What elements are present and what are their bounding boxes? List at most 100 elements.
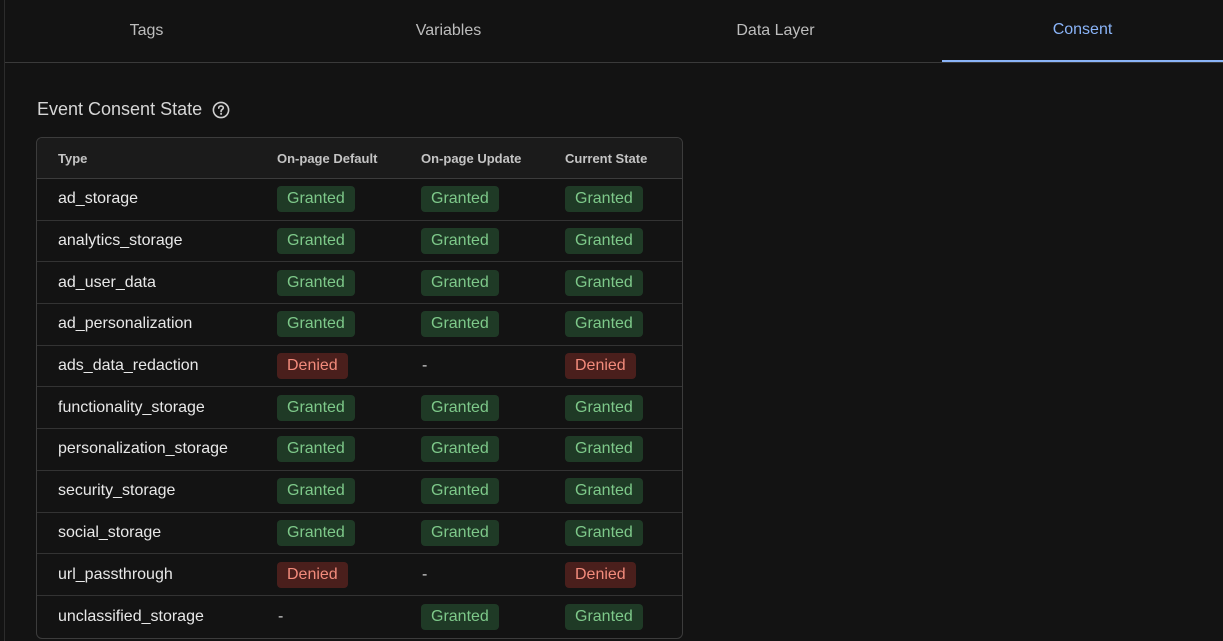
table-row: ad_storage Granted Granted Granted [37, 179, 682, 221]
table-row: personalization_storage Granted Granted Gra… [37, 429, 682, 471]
tab-tags[interactable]: Tags [5, 0, 288, 62]
granted-badge: Granted [277, 519, 355, 546]
update-state-cell: Granted [421, 311, 565, 338]
default-state-cell: Granted [277, 436, 421, 463]
granted-badge: Granted [565, 186, 643, 213]
tab-consent[interactable]: Consent [942, 0, 1223, 62]
granted-badge: Granted [277, 269, 355, 296]
granted-badge: Granted [421, 436, 499, 463]
update-state-cell: Granted [421, 519, 565, 546]
current-state-cell: Denied [565, 353, 682, 380]
table-row: url_passthrough Denied - Denied [37, 554, 682, 596]
granted-badge: Granted [277, 436, 355, 463]
default-state-cell: Granted [277, 269, 421, 296]
granted-badge: Granted [277, 478, 355, 505]
denied-badge: Denied [277, 353, 348, 380]
update-state-cell: Granted [421, 228, 565, 255]
consent-type: ad_personalization [58, 315, 193, 333]
consent-type: url_passthrough [58, 565, 173, 583]
granted-badge: Granted [565, 269, 643, 296]
current-state-cell: Granted [565, 478, 682, 505]
default-state-cell: Denied [277, 353, 421, 380]
empty-value: - [422, 357, 428, 375]
default-state-cell: Denied [277, 561, 421, 588]
tab-data-layer[interactable]: Data Layer [609, 0, 942, 62]
granted-badge: Granted [565, 394, 643, 421]
granted-badge: Granted [565, 228, 643, 255]
consent-table: Type On-page Default On-page Update Curr… [36, 137, 683, 639]
denied-badge: Denied [277, 561, 348, 588]
empty-value: - [278, 607, 284, 625]
table-body: ad_storage Granted Granted Granted analytics… [37, 179, 682, 638]
current-state-cell: Granted [565, 436, 682, 463]
table-row: ad_user_data Granted Granted Granted [37, 262, 682, 305]
default-state-cell: Granted [277, 228, 421, 255]
update-state-cell: - [421, 566, 565, 584]
table-row: social_storage Granted Granted Granted [37, 513, 682, 555]
consent-type: personalization_storage [58, 440, 228, 458]
table-row: ads_data_redaction Denied - Denied [37, 346, 682, 388]
column-header-default: On-page Default [277, 150, 378, 166]
update-state-cell: Granted [421, 269, 565, 296]
granted-badge: Granted [277, 228, 355, 255]
granted-badge: Granted [421, 228, 499, 255]
granted-badge: Granted [421, 269, 499, 296]
update-state-cell: Granted [421, 436, 565, 463]
granted-badge: Granted [565, 311, 643, 338]
consent-type: security_storage [58, 482, 176, 500]
current-state-cell: Granted [565, 394, 682, 421]
current-state-cell: Granted [565, 311, 682, 338]
granted-badge: Granted [277, 394, 355, 421]
current-state-cell: Denied [565, 561, 682, 588]
table-row: analytics_storage Granted Granted Granted [37, 221, 682, 263]
update-state-cell: Granted [421, 478, 565, 505]
default-state-cell: Granted [277, 311, 421, 338]
default-state-cell: - [277, 608, 421, 626]
current-state-cell: Granted [565, 228, 682, 255]
help-circle-icon[interactable] [212, 101, 230, 119]
consent-type: analytics_storage [58, 232, 183, 250]
granted-badge: Granted [277, 186, 355, 213]
granted-badge: Granted [421, 603, 499, 630]
current-state-cell: Granted [565, 269, 682, 296]
granted-badge: Granted [565, 603, 643, 630]
consent-type: ads_data_redaction [58, 357, 199, 375]
consent-type: social_storage [58, 523, 162, 541]
empty-value: - [422, 565, 428, 583]
granted-badge: Granted [421, 311, 499, 338]
granted-badge: Granted [277, 311, 355, 338]
current-state-cell: Granted [565, 186, 682, 213]
update-state-cell: Granted [421, 603, 565, 630]
update-state-cell: - [421, 357, 565, 375]
update-state-cell: Granted [421, 186, 565, 213]
table-row: unclassified_storage - Granted Granted [37, 596, 682, 638]
denied-badge: Denied [565, 561, 636, 588]
table-row: functionality_storage Granted Granted Grant… [37, 387, 682, 430]
consent-type: functionality_storage [58, 398, 205, 416]
current-state-cell: Granted [565, 519, 682, 546]
granted-badge: Granted [421, 394, 499, 421]
section-header: Event Consent State [37, 99, 230, 120]
table-header: Type On-page Default On-page Update Curr… [37, 138, 682, 179]
update-state-cell: Granted [421, 394, 565, 421]
column-header-current: Current State [565, 150, 648, 166]
consent-type: unclassified_storage [58, 607, 204, 625]
left-divider [4, 0, 5, 641]
denied-badge: Denied [565, 353, 636, 380]
granted-badge: Granted [421, 519, 499, 546]
granted-badge: Granted [421, 478, 499, 505]
default-state-cell: Granted [277, 478, 421, 505]
table-row: security_storage Granted Granted Granted [37, 471, 682, 513]
section-title: Event Consent State [37, 99, 203, 119]
granted-badge: Granted [565, 436, 643, 463]
granted-badge: Granted [565, 519, 643, 546]
table-row: ad_personalization Granted Granted Granted [37, 304, 682, 346]
tab-bar: Tags Variables Data Layer Consent [5, 0, 1223, 63]
default-state-cell: Granted [277, 394, 421, 421]
granted-badge: Granted [421, 186, 499, 213]
default-state-cell: Granted [277, 186, 421, 213]
granted-badge: Granted [565, 478, 643, 505]
tab-variables[interactable]: Variables [288, 0, 609, 62]
column-header-type: Type [58, 150, 88, 166]
current-state-cell: Granted [565, 603, 682, 630]
